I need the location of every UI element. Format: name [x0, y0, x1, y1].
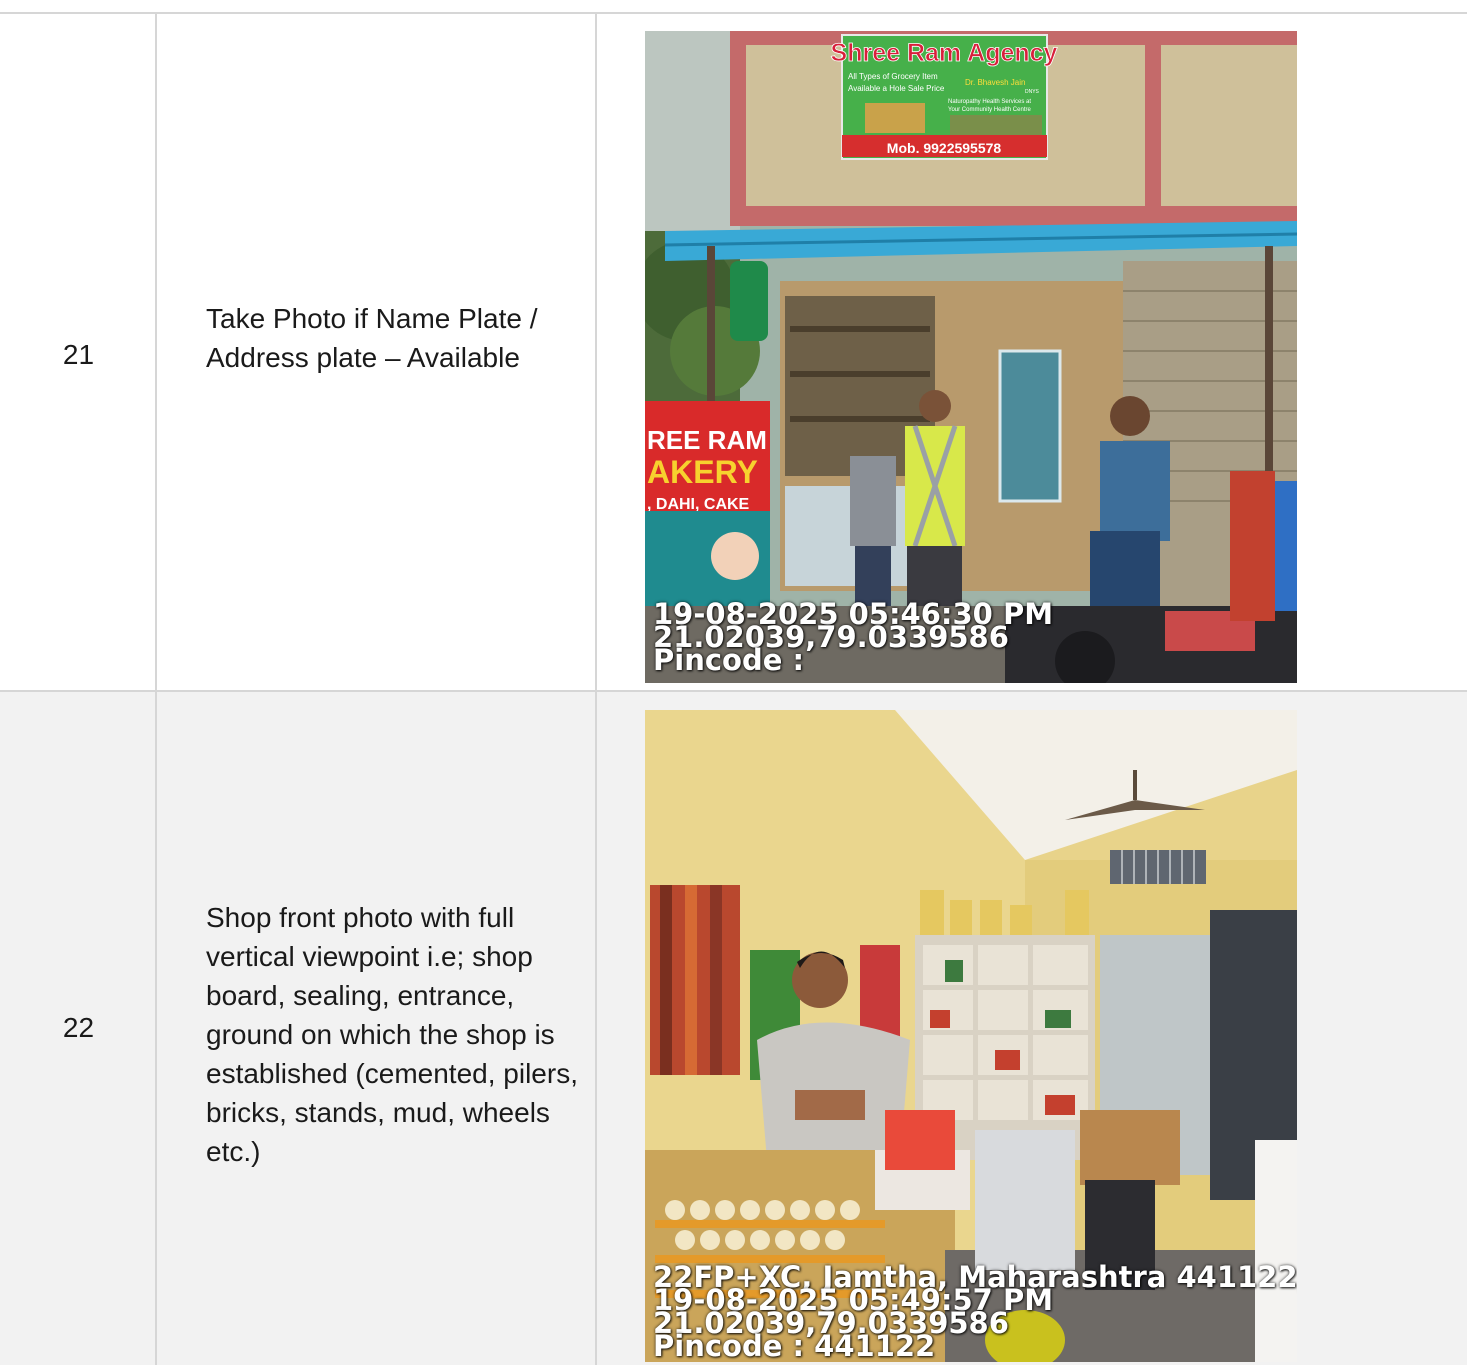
sign-mobile: Mob. 9922595578 — [887, 140, 1002, 156]
shop-front-photo[interactable]: 22FP+XC, Jamtha, Maharashtra 441122, Ind… — [645, 710, 1297, 1362]
banner-text: , DAHI, CAKE — [647, 496, 750, 513]
sign-text: Naturopathy Health Services at — [948, 99, 1031, 105]
row-divider — [0, 690, 1467, 692]
table-row: 21 Take Photo if Name Plate / Address pl… — [0, 14, 1467, 692]
row-description: Take Photo if Name Plate / Address plate… — [206, 303, 538, 373]
row-number: 21 — [62, 339, 95, 370]
checklist-table: 21 Take Photo if Name Plate / Address pl… — [0, 0, 1467, 1365]
nameplate-photo[interactable]: Shree Ram Agency All Types of Grocery It… — [645, 31, 1297, 683]
sign-text: All Types of Grocery Item — [848, 72, 938, 81]
row-description: Shop front photo with full vertical view… — [206, 902, 578, 1167]
column-divider — [155, 12, 157, 1365]
table-border-top — [0, 12, 1467, 14]
sign-text: DNYS — [1025, 89, 1040, 95]
row-number: 22 — [62, 1012, 95, 1043]
banner-text: AKERY — [647, 454, 758, 490]
table-row: 22 Shop front photo with full vertical v… — [0, 692, 1467, 1365]
photo-stamp: 19-08-2025 05:46:30 PM 21.02039,79.03395… — [653, 600, 1053, 675]
banner-text: REE RAM — [647, 425, 767, 455]
column-divider — [595, 12, 597, 1365]
photo-stamp: 22FP+XC, Jamtha, Maharashtra 441122, Ind… — [653, 1263, 1297, 1361]
sign-text: Available a Hole Sale Price — [848, 84, 945, 93]
sign-title: Shree Ram Agency — [831, 39, 1058, 67]
sign-text: Dr. Bhavesh Jain — [965, 78, 1025, 87]
sign-text: Your Community Health Centre — [948, 107, 1031, 113]
